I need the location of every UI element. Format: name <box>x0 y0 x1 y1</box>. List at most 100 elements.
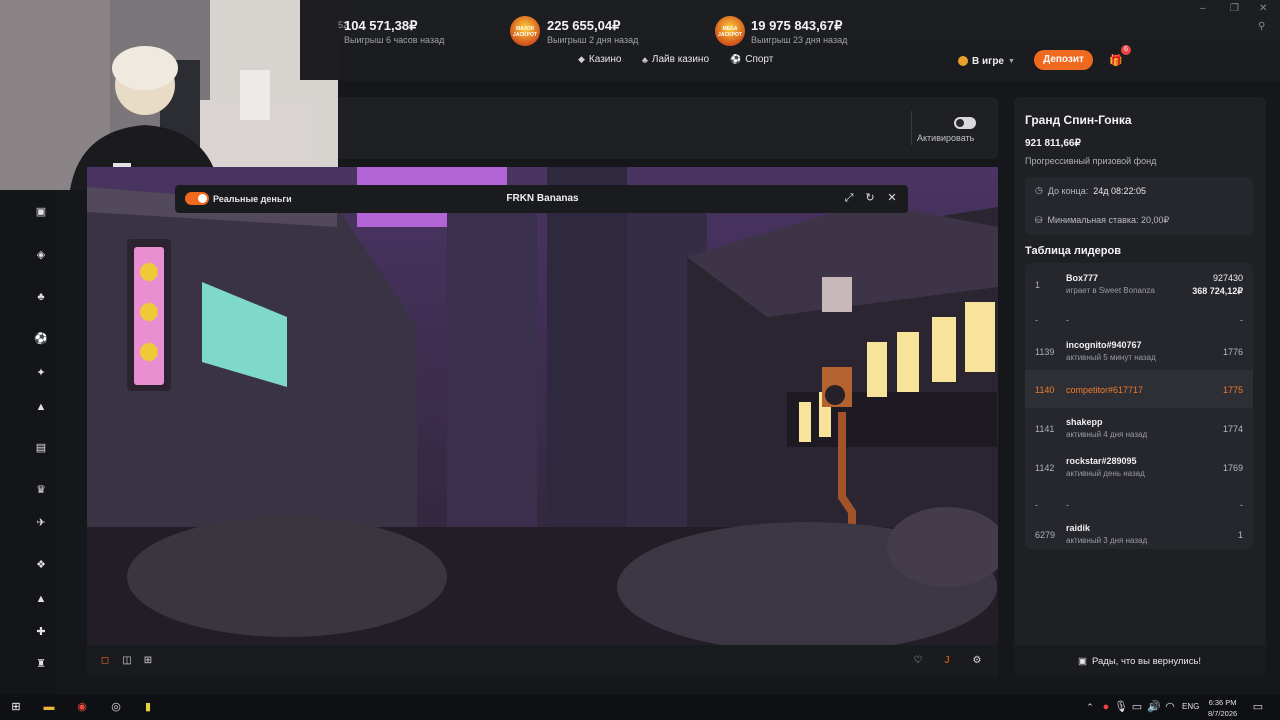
jackpot-sub: Выигрыш 2 дня назад <box>547 35 639 45</box>
mega-jackpot-badge: MEGA JACKPOT <box>715 16 745 46</box>
provider-icon[interactable]: J <box>941 655 953 667</box>
sidebar-stats-icon[interactable]: ▲ <box>34 400 48 414</box>
clock-time: 6:36 PM <box>1208 698 1237 707</box>
network-icon[interactable]: ▭ <box>1130 700 1144 714</box>
lb-score: - <box>1240 315 1243 325</box>
toggle-knob <box>956 119 964 127</box>
sidebar-live-icon[interactable]: ♣ <box>34 290 48 304</box>
lb-rank: 1142 <box>1035 463 1055 473</box>
lb-status: активный 4 дня назад <box>1066 430 1148 439</box>
leaderboard-row[interactable]: 1 Box777 играет в Sweet Bonanza 927430 3… <box>1025 265 1253 303</box>
toggle-knob <box>198 194 207 203</box>
restore-icon[interactable]: ❐ <box>1230 3 1239 14</box>
leaderboard-row-current-user[interactable]: 1140 competitor#617717 1775 <box>1025 370 1253 408</box>
leaderboard-row[interactable]: 6279 raidik активный 3 дня назад 1 <box>1025 515 1253 549</box>
lb-rank: - <box>1035 500 1038 510</box>
jackpot-mega: MEGA JACKPOT 19 975 843,67₽ Выигрыш 23 д… <box>713 0 903 62</box>
coin-icon <box>958 56 968 66</box>
volume-icon[interactable]: 🔊 <box>1147 700 1161 714</box>
lb-status: активный 3 дня назад <box>1066 536 1148 545</box>
major-jackpot-badge: MAJOR JACKPOT <box>510 16 540 46</box>
minimize-icon[interactable]: – <box>1200 3 1206 14</box>
jackpot-amount: 19 975 843,67₽ <box>751 18 843 33</box>
single-view-icon[interactable]: ◻ <box>99 655 111 667</box>
leaderboard: 1 Box777 играет в Sweet Bonanza 927430 3… <box>1025 263 1253 549</box>
notifications-icon[interactable]: ▭ <box>1251 700 1265 714</box>
language-indicator[interactable]: ENG <box>1182 702 1199 711</box>
sidebar-level-icon[interactable]: ▲ <box>34 592 48 606</box>
sidebar-puzzle-icon[interactable]: ✚ <box>34 625 48 639</box>
race-min-bet: Минимальная ставка: 20,00₽ <box>1047 215 1170 225</box>
game-footer <box>87 645 998 677</box>
lb-rank: 1 <box>1035 280 1041 290</box>
sidebar-plane-icon[interactable]: ✈ <box>34 516 48 530</box>
game-canvas[interactable] <box>87 167 998 645</box>
in-game-label: В игре <box>972 55 1004 67</box>
lb-status: активный 5 минут назад <box>1066 353 1156 362</box>
reload-icon[interactable]: ↻ <box>863 191 877 205</box>
lb-name: - <box>1066 500 1069 510</box>
lb-rank: 6279 <box>1035 530 1056 540</box>
app-icon[interactable]: ▮ <box>141 700 155 714</box>
file-explorer-icon[interactable]: ▬ <box>42 700 56 714</box>
grid-view-icon[interactable]: ⊞ <box>142 655 154 667</box>
sidebar-crown-icon[interactable]: ♛ <box>34 483 48 497</box>
gift-icon[interactable]: 🎁 <box>1109 54 1123 67</box>
activate-toggle[interactable] <box>954 117 976 129</box>
leaderboard-row[interactable]: 1142 rockstar#289095 активный день назад… <box>1025 448 1253 486</box>
race-prize: 921 811,66₽ <box>1025 138 1081 149</box>
sidebar-slots-icon[interactable]: ◈ <box>34 248 48 262</box>
clock[interactable]: 6:36 PM 8/7/2026 <box>1208 697 1237 719</box>
sidebar-chart-icon[interactable]: ▤ <box>34 441 48 455</box>
extensions-icon[interactable]: ⚲ <box>1258 21 1265 32</box>
tray-app-icon[interactable]: ● <box>1099 700 1113 714</box>
gift-count-badge: 6 <box>1121 45 1131 55</box>
mega-jackpot-badge-text: MEGA JACKPOT <box>718 26 742 38</box>
close-window-icon[interactable]: ✕ <box>1259 3 1267 14</box>
lb-name: Box777 <box>1066 273 1099 283</box>
clock-icon: ◷ <box>1035 185 1043 195</box>
lb-score: 1775 <box>1222 385 1243 395</box>
jackpot-mini: 104 571,38₽ Выигрыш 6 часов назад <box>338 0 498 62</box>
in-game-dropdown[interactable]: В игре ▼ <box>958 52 1015 70</box>
deposit-button[interactable]: Депозит <box>1034 50 1093 70</box>
race-ends-label: До конца: <box>1047 185 1089 196</box>
major-jackpot-badge-text: MAJOR JACKPOT <box>513 26 537 38</box>
sidebar-sport-icon[interactable]: ⚽ <box>34 332 48 346</box>
leaderboard-row[interactable]: 1139 incognito#940767 активный 5 минут н… <box>1025 332 1253 370</box>
real-money-toggle[interactable] <box>185 192 209 205</box>
sidebar-gift-icon[interactable]: ❖ <box>34 558 48 572</box>
favorite-heart-icon[interactable]: ♡ <box>912 655 924 667</box>
sidebar-bag-icon[interactable]: ▣ <box>34 205 48 219</box>
webcam-overlay <box>0 0 338 190</box>
wifi-icon[interactable]: ◠ <box>1163 700 1177 714</box>
close-game-icon[interactable]: ✕ <box>885 191 899 205</box>
sidebar-trophy-icon[interactable]: ♜ <box>34 657 48 671</box>
jackpot-major: MAJOR JACKPOT 225 655,04₽ Выигрыш 2 дня … <box>508 0 698 62</box>
lb-name: shakepp <box>1066 417 1103 427</box>
chevron-up-icon[interactable]: ⌃ <box>1083 700 1097 714</box>
jackpot-sub: Выигрыш 23 дня назад <box>751 35 848 45</box>
jackpot-amount: 104 571,38₽ <box>344 18 418 33</box>
lb-score: - <box>1240 500 1243 510</box>
obs-icon[interactable]: ◎ <box>109 700 123 714</box>
split-view-icon[interactable]: ◫ <box>121 655 133 667</box>
game-title: FRKN Bananas <box>506 193 579 204</box>
lb-score: 1776 <box>1222 347 1243 357</box>
leaderboard-row[interactable]: 1141 shakepp активный 4 дня назад 1774 <box>1025 409 1253 447</box>
jackpot-sub: Выигрыш 6 часов назад <box>344 35 445 45</box>
lb-rank: 1139 <box>1035 347 1055 357</box>
lb-name: - <box>1066 315 1069 325</box>
lb-name: raidik <box>1066 523 1091 533</box>
lb-rank: 1140 <box>1035 385 1055 395</box>
windows-start-icon[interactable]: ⊞ <box>9 700 23 714</box>
fullscreen-icon[interactable]: ⤢ <box>842 191 856 205</box>
microphone-icon[interactable]: 🎙 <box>1114 700 1128 714</box>
sidebar-runner-icon[interactable]: ✦ <box>34 366 48 380</box>
settings-gear-icon[interactable]: ⚙ <box>971 655 983 667</box>
jackpot-divider <box>911 111 912 145</box>
race-ends-value: 24д 08:22:05 <box>1093 185 1147 196</box>
chrome-icon[interactable]: ◉ <box>75 700 89 714</box>
race-min-bet-row: ⛁ Минимальная ставка: 20,00₽ <box>1035 215 1169 226</box>
lb-name: incognito#940767 <box>1066 340 1142 350</box>
